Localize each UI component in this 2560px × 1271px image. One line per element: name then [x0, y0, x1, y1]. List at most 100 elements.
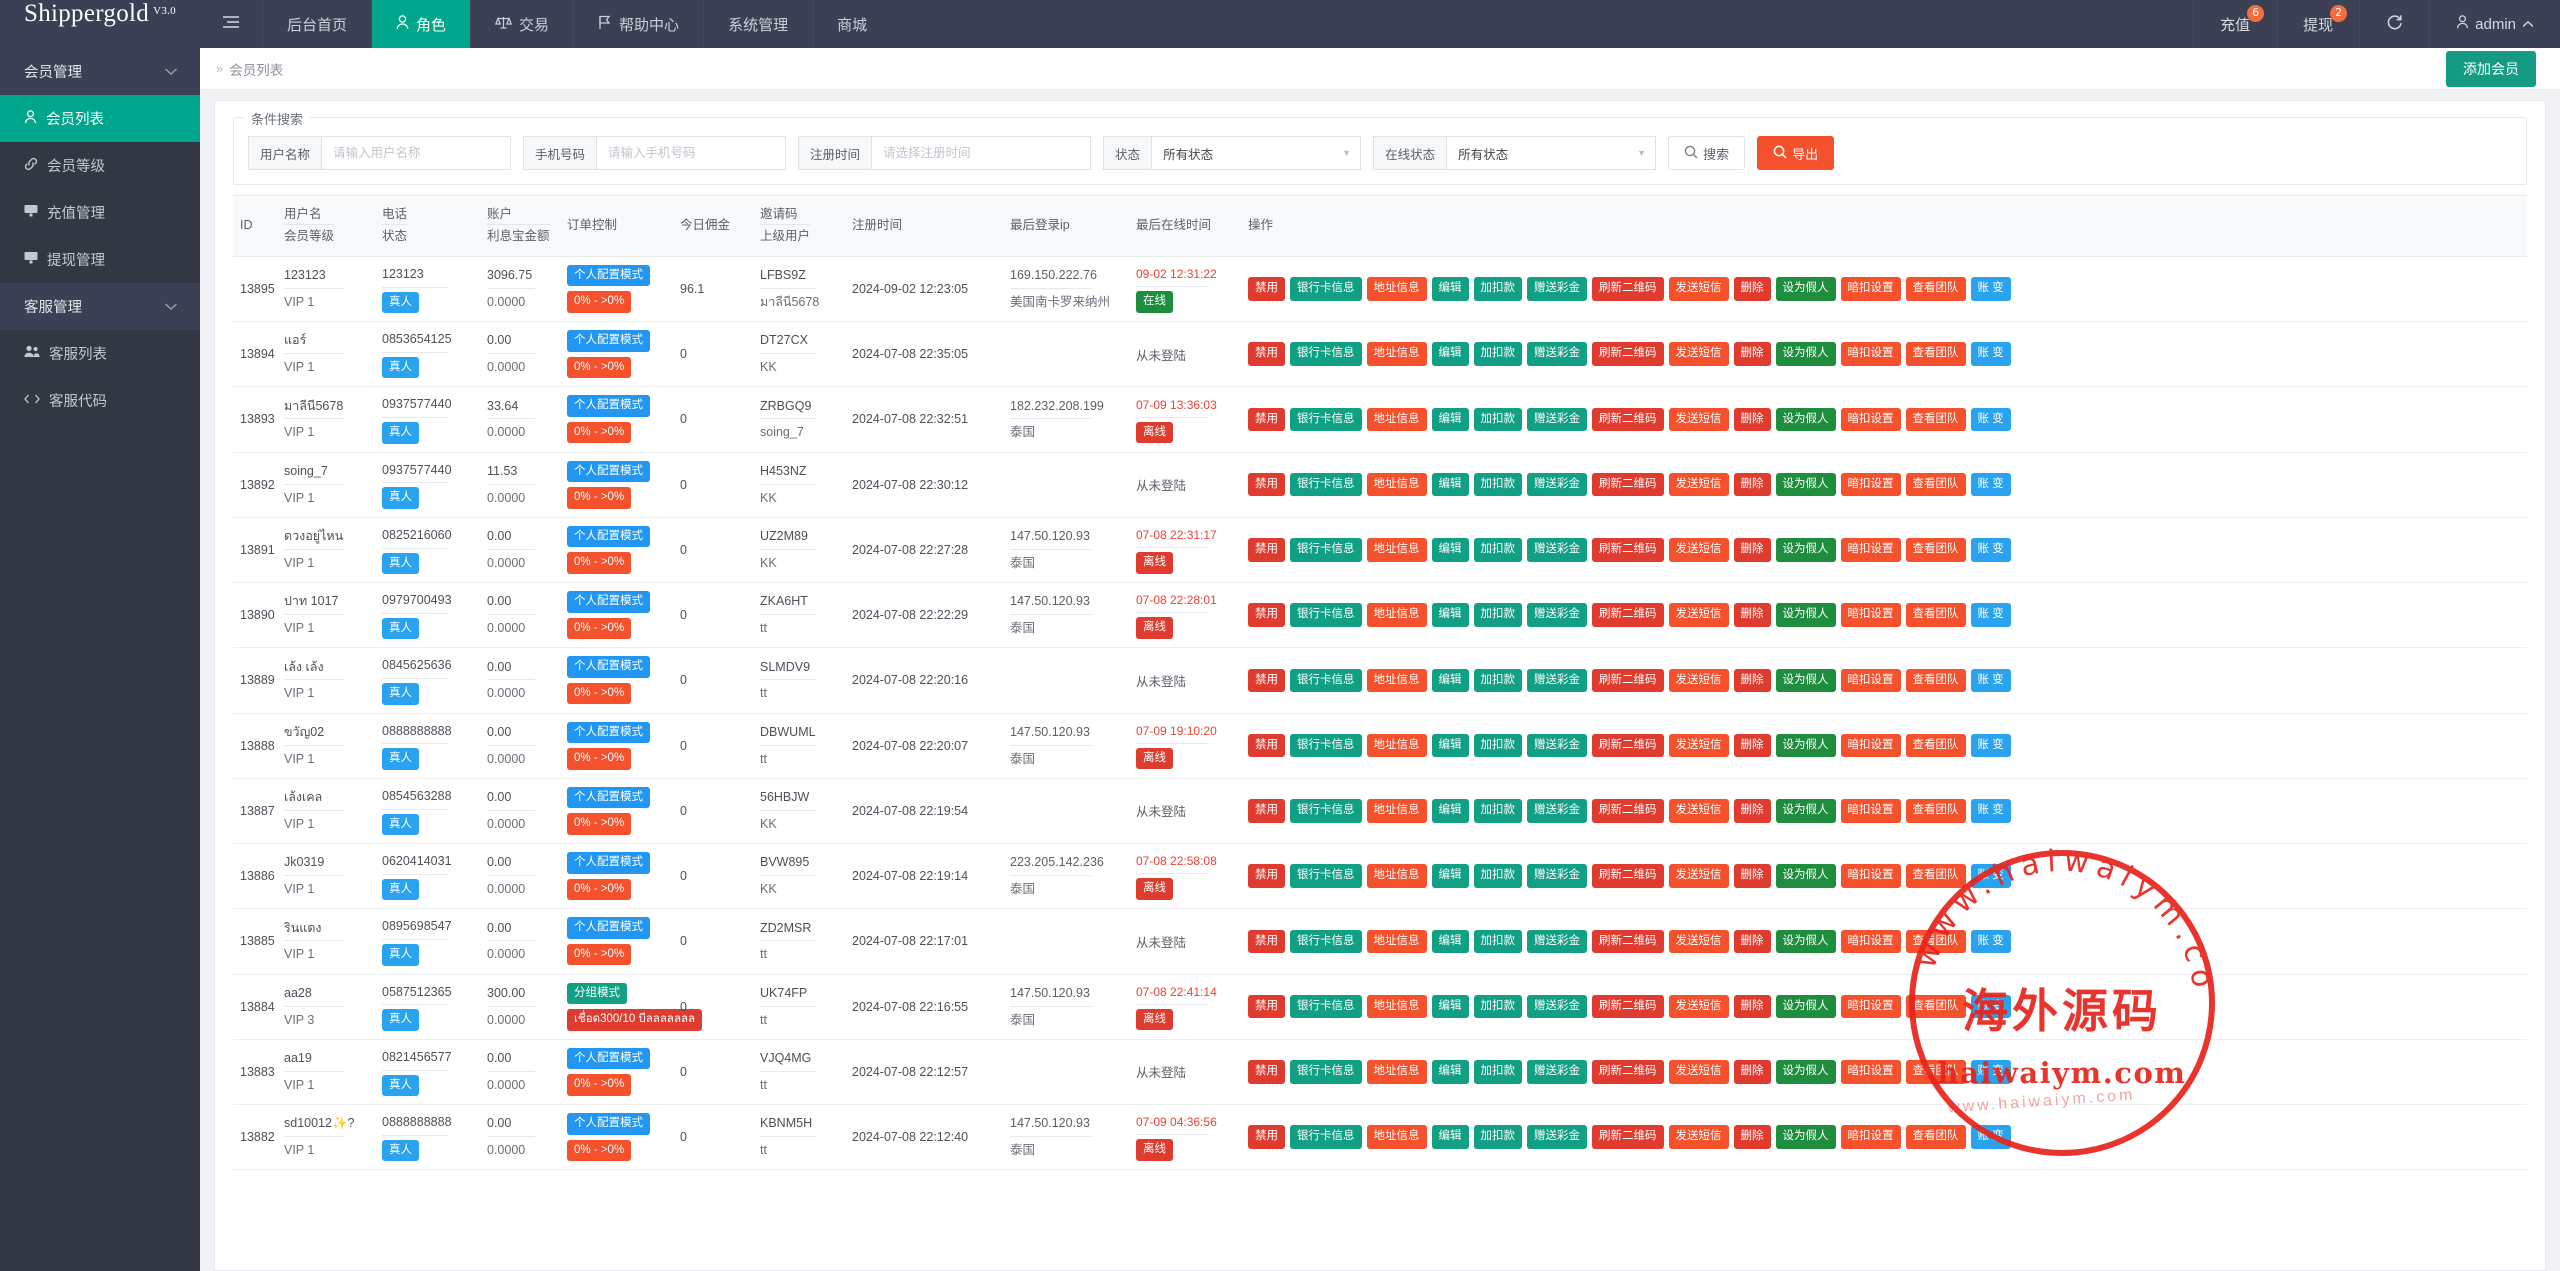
action-button-2[interactable]: 地址信息	[1366, 1125, 1427, 1149]
order-rate-badge[interactable]: 0% - >0%	[567, 552, 632, 574]
order-mode-badge[interactable]: 个人配置模式	[567, 786, 650, 809]
withdraw-button[interactable]: 提现 2	[2276, 0, 2359, 48]
action-button-3[interactable]: 编辑	[1431, 994, 1469, 1019]
action-button-10[interactable]: 暗扣设置	[1840, 1125, 1901, 1149]
order-mode-badge[interactable]: 个人配置模式	[567, 656, 650, 678]
action-button-11[interactable]: 查看团队	[1905, 799, 1966, 823]
add-member-button[interactable]: 添加会员	[2446, 50, 2536, 87]
action-button-0[interactable]: 禁用	[1248, 277, 1285, 301]
action-button-7[interactable]: 发送短信	[1668, 733, 1729, 758]
action-button-12[interactable]: 账 变	[1970, 1125, 2011, 1149]
action-button-10[interactable]: 暗扣设置	[1840, 277, 1901, 301]
action-button-1[interactable]: 银行卡信息	[1290, 733, 1362, 758]
action-button-4[interactable]: 加扣款	[1473, 864, 1522, 888]
action-button-12[interactable]: 账 变	[1970, 799, 2011, 823]
sidebar-item-recharge-management[interactable]: 充值管理	[0, 189, 200, 236]
order-mode-badge[interactable]: 个人配置模式	[567, 1113, 650, 1135]
sidebar-group-support-management[interactable]: 客服管理	[0, 283, 200, 330]
action-button-6[interactable]: 刷新二维码	[1592, 733, 1664, 758]
action-button-10[interactable]: 暗扣设置	[1840, 1060, 1901, 1084]
action-button-5[interactable]: 赠送彩金	[1527, 864, 1587, 888]
action-button-5[interactable]: 赠送彩金	[1527, 277, 1587, 301]
action-button-10[interactable]: 暗扣设置	[1840, 864, 1901, 888]
action-button-7[interactable]: 发送短信	[1668, 472, 1729, 497]
action-button-4[interactable]: 加扣款	[1473, 733, 1522, 758]
action-button-9[interactable]: 设为假人	[1775, 668, 1836, 693]
action-button-12[interactable]: 账 变	[1970, 472, 2011, 497]
brand-logo[interactable]: Shippergold V3.0	[0, 0, 200, 48]
action-button-9[interactable]: 设为假人	[1775, 733, 1836, 758]
action-button-0[interactable]: 禁用	[1248, 799, 1285, 823]
action-button-10[interactable]: 暗扣设置	[1840, 668, 1901, 693]
action-button-4[interactable]: 加扣款	[1473, 1060, 1522, 1084]
action-button-7[interactable]: 发送短信	[1668, 799, 1729, 823]
order-rate-badge[interactable]: 0% - >0%	[567, 813, 632, 835]
action-button-9[interactable]: 设为假人	[1775, 342, 1836, 366]
nav-item-store[interactable]: 商城	[812, 0, 891, 48]
action-button-1[interactable]: 银行卡信息	[1290, 407, 1362, 432]
action-button-6[interactable]: 刷新二维码	[1592, 277, 1664, 301]
action-button-6[interactable]: 刷新二维码	[1592, 668, 1664, 693]
status-select-wrapper[interactable]: ▼	[1151, 136, 1362, 170]
action-button-10[interactable]: 暗扣设置	[1840, 603, 1901, 627]
action-button-6[interactable]: 刷新二维码	[1592, 864, 1664, 888]
action-button-2[interactable]: 地址信息	[1366, 538, 1427, 562]
order-mode-badge[interactable]: 个人配置模式	[567, 525, 650, 548]
action-button-1[interactable]: 银行卡信息	[1290, 277, 1362, 301]
action-button-12[interactable]: 账 变	[1970, 668, 2011, 693]
action-button-4[interactable]: 加扣款	[1473, 668, 1522, 693]
action-button-2[interactable]: 地址信息	[1366, 407, 1427, 432]
action-button-8[interactable]: 删除	[1733, 342, 1771, 366]
action-button-3[interactable]: 编辑	[1431, 799, 1469, 823]
order-rate-badge[interactable]: 0% - >0%	[567, 748, 632, 770]
action-button-10[interactable]: 暗扣设置	[1840, 407, 1901, 432]
action-button-6[interactable]: 刷新二维码	[1592, 1060, 1664, 1084]
action-button-7[interactable]: 发送短信	[1668, 668, 1729, 693]
menu-toggle-button[interactable]	[200, 0, 262, 48]
action-button-12[interactable]: 账 变	[1970, 342, 2011, 366]
nav-item-dashboard[interactable]: 后台首页	[262, 0, 371, 48]
action-button-7[interactable]: 发送短信	[1668, 929, 1729, 954]
action-button-6[interactable]: 刷新二维码	[1592, 1125, 1664, 1149]
action-button-5[interactable]: 赠送彩金	[1527, 472, 1587, 497]
action-button-3[interactable]: 编辑	[1431, 407, 1469, 432]
order-rate-badge[interactable]: 0% - >0%	[567, 291, 632, 313]
order-mode-badge[interactable]: 个人配置模式	[567, 264, 650, 287]
action-button-7[interactable]: 发送短信	[1668, 1125, 1729, 1149]
username-input[interactable]	[321, 136, 512, 170]
action-button-7[interactable]: 发送短信	[1668, 342, 1729, 366]
action-button-5[interactable]: 赠送彩金	[1527, 538, 1587, 562]
action-button-11[interactable]: 查看团队	[1905, 407, 1966, 432]
action-button-12[interactable]: 账 变	[1970, 603, 2011, 627]
action-button-9[interactable]: 设为假人	[1775, 407, 1836, 432]
action-button-6[interactable]: 刷新二维码	[1592, 538, 1664, 562]
action-button-8[interactable]: 删除	[1733, 994, 1771, 1019]
action-button-5[interactable]: 赠送彩金	[1527, 407, 1587, 432]
order-rate-badge[interactable]: 0% - >0%	[567, 356, 632, 379]
action-button-10[interactable]: 暗扣设置	[1840, 538, 1901, 562]
action-button-5[interactable]: 赠送彩金	[1527, 1060, 1587, 1084]
nav-item-transaction[interactable]: 交易	[470, 0, 573, 48]
action-button-7[interactable]: 发送短信	[1668, 407, 1729, 432]
action-button-8[interactable]: 删除	[1733, 603, 1771, 627]
action-button-1[interactable]: 银行卡信息	[1290, 603, 1362, 627]
action-button-4[interactable]: 加扣款	[1473, 472, 1522, 497]
action-button-10[interactable]: 暗扣设置	[1840, 799, 1901, 823]
action-button-7[interactable]: 发送短信	[1668, 1060, 1729, 1084]
status-select[interactable]	[1151, 136, 1362, 170]
action-button-11[interactable]: 查看团队	[1905, 538, 1966, 562]
action-button-0[interactable]: 禁用	[1248, 733, 1285, 758]
order-rate-badge[interactable]: 0% - >0%	[567, 421, 632, 444]
action-button-0[interactable]: 禁用	[1248, 407, 1285, 432]
action-button-9[interactable]: 设为假人	[1775, 864, 1836, 888]
action-button-11[interactable]: 查看团队	[1905, 668, 1966, 693]
action-button-12[interactable]: 账 变	[1970, 538, 2011, 562]
action-button-4[interactable]: 加扣款	[1473, 538, 1522, 562]
sidebar-item-member-level[interactable]: 会员等级	[0, 142, 200, 189]
action-button-12[interactable]: 账 变	[1970, 864, 2011, 888]
action-button-11[interactable]: 查看团队	[1905, 603, 1966, 627]
action-button-2[interactable]: 地址信息	[1366, 668, 1427, 693]
action-button-0[interactable]: 禁用	[1248, 342, 1285, 366]
sidebar-item-member-list[interactable]: 会员列表	[0, 95, 200, 142]
action-button-4[interactable]: 加扣款	[1473, 277, 1522, 301]
